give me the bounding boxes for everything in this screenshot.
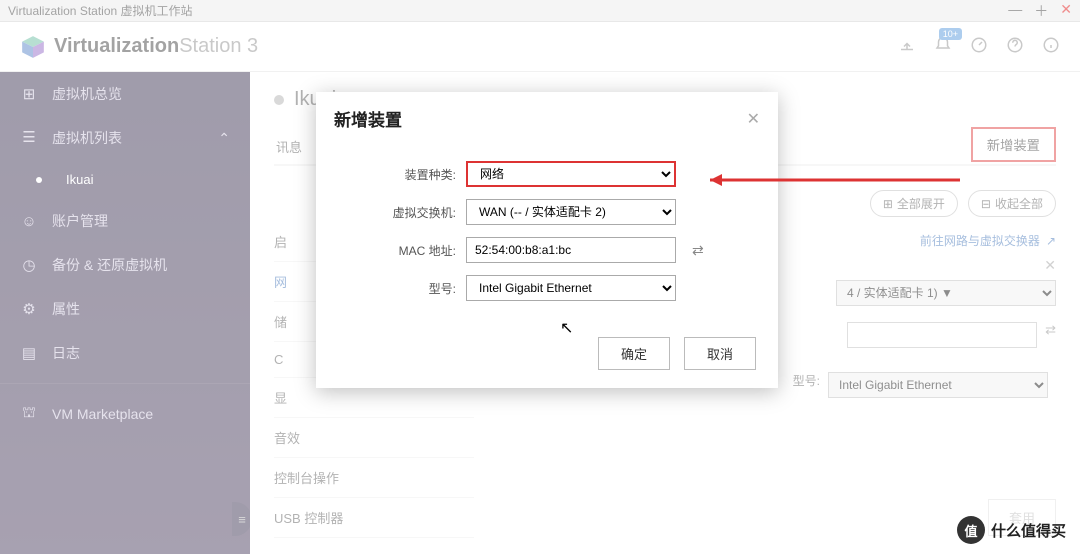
row-vswitch: 虚拟交换机: WAN (-- / 实体适配卡 2): [346, 199, 748, 225]
grid-icon: ⊞: [20, 85, 38, 103]
clock-icon: ◷: [20, 256, 38, 274]
row-mac: MAC 地址: ⇄: [346, 237, 748, 263]
sidebar-collapse-handle[interactable]: ≡: [232, 502, 252, 536]
bg-model-label: 型号:: [793, 372, 820, 389]
bg-mac-input[interactable]: [847, 322, 1037, 348]
watermark-text: 什么值得买: [991, 520, 1066, 541]
app-logo: VirtualizationStation 3: [20, 34, 258, 60]
collapse-all-button[interactable]: ⊟收起全部: [968, 190, 1056, 217]
modal-close-icon[interactable]: ✕: [747, 109, 760, 129]
sidebar-item-account[interactable]: ☺账户管理: [0, 199, 250, 243]
window-title: Virtualization Station 虚拟机工作站: [8, 2, 193, 19]
cube-icon: [20, 34, 46, 60]
bg-model-select[interactable]: Intel Gigabit Ethernet: [828, 372, 1048, 398]
annotation-arrow-icon: [710, 172, 970, 188]
modal-body: 装置种类: 网络 虚拟交换机: WAN (-- / 实体适配卡 2) MAC 地…: [316, 139, 778, 329]
shuffle-icon[interactable]: ⇄: [1045, 322, 1056, 338]
sidebar-item-vmlist[interactable]: ☰虚拟机列表⌃: [0, 116, 250, 160]
maximize-icon[interactable]: ＋: [1034, 1, 1048, 21]
cart-icon: ⛫: [20, 404, 38, 423]
user-icon: ☺: [20, 213, 38, 230]
model-select[interactable]: Intel Gigabit Ethernet: [466, 275, 676, 301]
watermark: 值 什么值得买: [957, 516, 1066, 544]
add-device-modal: 新增装置 ✕ 装置种类: 网络 虚拟交换机: WAN (-- / 实体适配卡 2…: [316, 92, 778, 388]
section-usb[interactable]: USB 控制器: [274, 498, 474, 538]
sidebar-item-marketplace[interactable]: ⛫VM Marketplace: [0, 392, 250, 435]
help-icon[interactable]: [1006, 36, 1024, 57]
label-model: 型号:: [346, 280, 456, 297]
info-icon[interactable]: [1042, 36, 1060, 57]
sidebar-item-logs[interactable]: ▤日志: [0, 331, 250, 375]
plus-icon: ⊞: [883, 197, 893, 211]
label-mac: MAC 地址:: [346, 242, 456, 259]
external-icon: ↗: [1046, 234, 1056, 248]
separator: [0, 383, 250, 384]
chevron-up-icon: ⌃: [218, 130, 230, 147]
sidebar-item-ikuai[interactable]: Ikuai: [0, 160, 250, 199]
row-device-type: 装置种类: 网络: [346, 161, 748, 187]
label-vswitch: 虚拟交换机:: [346, 204, 456, 221]
cancel-button[interactable]: 取消: [684, 337, 756, 370]
add-device-button[interactable]: 新增装置: [971, 127, 1056, 162]
sliders-icon: ⚙: [20, 300, 38, 318]
dashboard-icon[interactable]: [970, 36, 988, 57]
sidebar-item-props[interactable]: ⚙属性: [0, 287, 250, 331]
network-link[interactable]: 前往网路与虚拟交换器↗: [920, 232, 1056, 249]
mac-input[interactable]: [466, 237, 676, 263]
minimize-icon[interactable]: —: [1008, 1, 1022, 21]
app-header: VirtualizationStation 3 10+: [0, 22, 1080, 72]
sidebar-item-overview[interactable]: ⊞虚拟机总览: [0, 72, 250, 116]
tab-info[interactable]: 讯息: [274, 129, 304, 164]
action-row: ⊞全部展开 ⊟收起全部: [870, 190, 1056, 217]
modal-header: 新增装置 ✕: [316, 92, 778, 139]
export-icon[interactable]: [898, 36, 916, 57]
minus-icon: ⊟: [981, 197, 991, 211]
notification-icon[interactable]: 10+: [934, 36, 952, 57]
bg-adapter-select[interactable]: 4 / 实体适配卡 1) ▼: [836, 280, 1056, 306]
window-controls: — ＋ ✕: [1008, 1, 1072, 21]
section-audio[interactable]: 音效: [274, 418, 474, 458]
document-icon: ▤: [20, 344, 38, 362]
app-title: VirtualizationStation 3: [54, 35, 258, 58]
modal-title: 新增装置: [334, 106, 402, 131]
cursor-icon: ↖: [560, 318, 573, 338]
label-type: 装置种类:: [346, 166, 456, 183]
section-console[interactable]: 控制台操作: [274, 458, 474, 498]
expand-all-button[interactable]: ⊞全部展开: [870, 190, 958, 217]
window-titlebar: Virtualization Station 虚拟机工作站 — ＋ ✕: [0, 0, 1080, 22]
close-icon[interactable]: ✕: [1060, 1, 1072, 21]
status-dot-icon: [274, 95, 284, 105]
sidebar: ⊞虚拟机总览 ☰虚拟机列表⌃ Ikuai ☺账户管理 ◷备份 & 还原虚拟机 ⚙…: [0, 72, 250, 554]
header-toolbar: 10+: [898, 36, 1060, 57]
modal-footer: 确定 取消: [316, 329, 778, 388]
shuffle-mac-icon[interactable]: ⇄: [692, 242, 704, 259]
vswitch-select[interactable]: WAN (-- / 实体适配卡 2): [466, 199, 676, 225]
ok-button[interactable]: 确定: [598, 337, 670, 370]
device-type-select[interactable]: 网络: [466, 161, 676, 187]
sidebar-item-backup[interactable]: ◷备份 & 还原虚拟机: [0, 243, 250, 287]
watermark-icon: 值: [957, 516, 985, 544]
row-model: 型号: Intel Gigabit Ethernet: [346, 275, 748, 301]
list-icon: ☰: [20, 128, 38, 148]
